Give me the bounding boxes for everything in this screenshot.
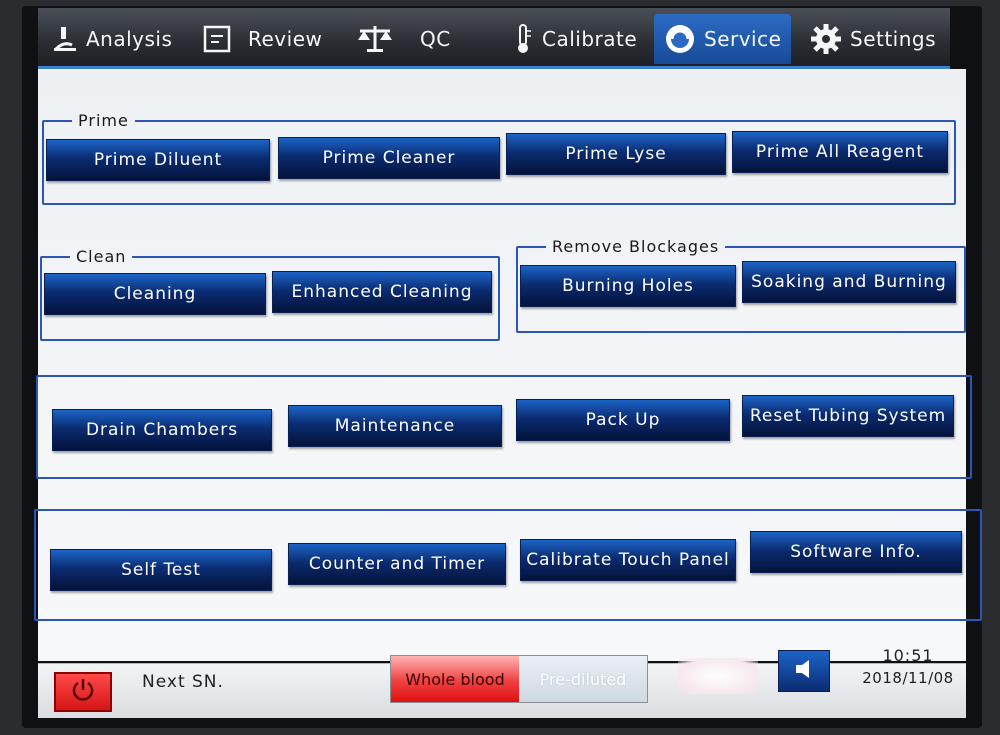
counter-and-timer-button[interactable]: Counter and Timer — [288, 543, 506, 585]
cleaning-button[interactable]: Cleaning — [44, 273, 266, 315]
sample-mode-toggle[interactable]: Whole blood Pre-diluted — [390, 655, 648, 703]
volume-button[interactable] — [778, 650, 830, 692]
prime-lyse-button[interactable]: Prime Lyse — [506, 133, 726, 175]
whole-blood-mode[interactable]: Whole blood — [391, 656, 519, 702]
next-sn-label: Next SN. — [142, 672, 224, 692]
clock-date: 2018/11/08 — [862, 669, 954, 687]
tab-analysis[interactable]: Analysis — [52, 14, 172, 64]
pre-diluted-mode[interactable]: Pre-diluted — [519, 656, 647, 702]
microscope-icon — [52, 25, 78, 53]
self-test-button[interactable]: Self Test — [50, 549, 272, 591]
tab-label: QC — [420, 27, 451, 51]
drain-chambers-button[interactable]: Drain Chambers — [52, 409, 272, 451]
clock: 10:51 2018/11/08 — [858, 646, 958, 687]
prime-legend: Prime — [78, 111, 129, 130]
service-screen: Prime Prime Diluent Prime Cleaner Prime … — [34, 69, 982, 661]
clock-time: 10:51 — [882, 646, 934, 665]
soaking-and-burning-button[interactable]: Soaking and Burning — [742, 261, 956, 303]
tab-service[interactable]: Service — [654, 14, 792, 64]
thermometer-icon — [512, 23, 534, 55]
power-button[interactable] — [54, 672, 112, 712]
document-icon — [202, 24, 232, 54]
remove-blockages-legend: Remove Blockages — [552, 237, 720, 256]
tab-label: Analysis — [86, 27, 173, 51]
tab-label: Review — [248, 27, 323, 51]
tab-label: Service — [704, 27, 782, 51]
status-indicator — [678, 658, 758, 694]
tab-label: Settings — [850, 27, 937, 51]
calibrate-touch-panel-button[interactable]: Calibrate Touch Panel — [520, 539, 736, 581]
tab-settings[interactable]: Settings — [810, 14, 936, 64]
gear-icon — [810, 23, 842, 55]
tab-label: Calibrate — [542, 27, 638, 51]
headset-icon — [664, 23, 696, 55]
clean-legend: Clean — [76, 247, 127, 266]
tab-qc[interactable]: QC — [356, 14, 451, 64]
burning-holes-button[interactable]: Burning Holes — [520, 265, 736, 307]
prime-all-reagent-button[interactable]: Prime All Reagent — [732, 131, 948, 173]
pack-up-button[interactable]: Pack Up — [516, 399, 730, 441]
software-info-button[interactable]: Software Info. — [750, 531, 962, 573]
maintenance-button[interactable]: Maintenance — [288, 405, 502, 447]
prime-cleaner-button[interactable]: Prime Cleaner — [278, 137, 500, 179]
reset-tubing-system-button[interactable]: Reset Tubing System — [742, 395, 954, 437]
tab-calibrate[interactable]: Calibrate — [512, 14, 637, 64]
balance-scale-icon — [356, 24, 394, 54]
prime-diluent-button[interactable]: Prime Diluent — [46, 139, 270, 181]
status-bar: Next SN. Whole blood Pre-diluted 10:51 2… — [38, 646, 966, 718]
speaker-icon — [792, 657, 816, 685]
tab-review[interactable]: Review — [202, 14, 322, 64]
power-icon — [70, 677, 96, 707]
top-tab-bar: Analysis Review QC Calibrate Service Set… — [38, 8, 950, 69]
enhanced-cleaning-button[interactable]: Enhanced Cleaning — [272, 271, 492, 313]
